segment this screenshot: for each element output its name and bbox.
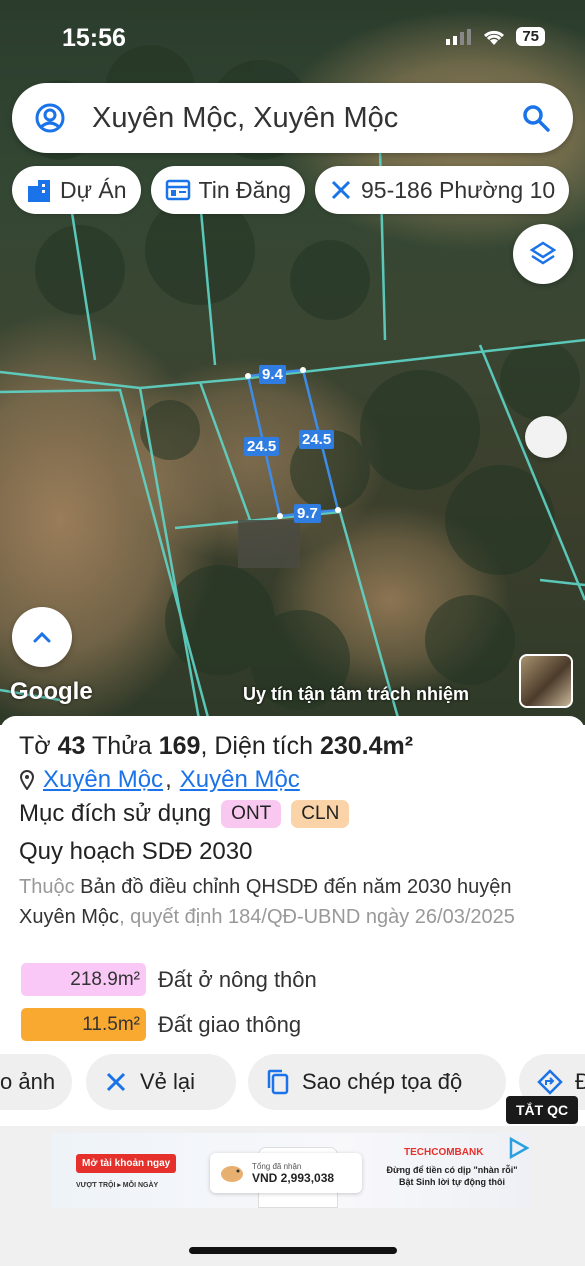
wifi-icon (484, 30, 505, 45)
status-icons: 75 (446, 27, 545, 46)
planning-prefix: Thuộc (19, 876, 75, 898)
directions-icon (537, 1069, 563, 1095)
land-use-area: 11.5m² (21, 1008, 146, 1041)
action-label: o ảnh (0, 1069, 56, 1094)
sheet-number: 43 (57, 732, 86, 760)
dimension-label-left: 24.5 (244, 437, 280, 456)
purpose-tag-ont[interactable]: ONT (221, 800, 282, 828)
land-purpose: Mục đích sử dụng ONT CLN (19, 800, 350, 828)
sheet-label: Tờ (19, 732, 51, 760)
close-ad-button[interactable]: TẮT QC (506, 1096, 579, 1124)
copy-icon (267, 1069, 289, 1095)
chip-tin-dang[interactable]: Tin Đăng (150, 166, 306, 214)
redraw-icon (106, 1072, 126, 1092)
ad-brand: TECHCOMBANK (404, 1147, 484, 1158)
search-icon[interactable] (521, 103, 551, 133)
ad-tagline: Đừng để tiền có dịp "nhàn rỗi" Bật Sinh … (386, 1165, 518, 1187)
location-pin-icon (19, 770, 35, 790)
ad-card-value: VND 2,993,038 (252, 1170, 335, 1185)
action-bar: o ảnh Vẻ lại Sao chép tọa độ Đ (0, 1054, 585, 1112)
ad-choices-icon[interactable] (507, 1137, 531, 1159)
listing-icon (165, 179, 190, 201)
parcel-title: Tờ 43 Thửa 169, Diện tích 230.4m² (19, 732, 414, 760)
slogan-text: Uy tín tận tâm trách nhiệm (243, 684, 470, 704)
ad-small-text: VƯỢT TRỘI ▸ MỖI NGÀY (76, 1182, 159, 1189)
district-link[interactable]: Xuyên Mộc (180, 766, 300, 794)
area-value: 230.4m² (319, 732, 414, 760)
home-indicator (189, 1247, 397, 1254)
land-use-row: 218.9m² Đất ở nông thôn (21, 963, 317, 996)
ruler-icon (331, 180, 351, 200)
planning-description: Thuộc Bản đồ điều chỉnh QHSDĐ đến năm 20… (19, 872, 559, 932)
land-use-label: Đất ở nông thôn (158, 966, 317, 992)
expand-button[interactable] (12, 607, 72, 667)
land-use-label: Đất giao thông (158, 1011, 302, 1037)
redraw-button[interactable]: Vẻ lại (86, 1054, 236, 1110)
signal-icon (446, 28, 472, 45)
copy-coordinates-button[interactable]: Sao chép tọa độ (248, 1054, 506, 1110)
purpose-tag-cln[interactable]: CLN (291, 800, 350, 828)
piggy-icon (221, 1166, 243, 1182)
planning-decision: , quyết định 184/QĐ-UBND ngày 26/03/2025 (119, 906, 515, 928)
layers-button[interactable] (513, 224, 573, 284)
search-bar[interactable]: Xuyên Mộc, Xuyên Mộc (12, 83, 573, 153)
filter-chips: Dự Án Tin Đăng 95-186 Phường 10 (12, 166, 570, 214)
search-input[interactable]: Xuyên Mộc, Xuyên Mộc (92, 102, 521, 135)
google-logo: Google (10, 678, 93, 705)
action-label: Đ (575, 1069, 585, 1094)
ad-card: Tổng đã nhận VND 2,993,038 (210, 1153, 362, 1193)
action-label: Vẻ lại (140, 1069, 196, 1094)
purpose-label: Mục đích sử dụng (19, 800, 212, 827)
chip-measurement[interactable]: 95-186 Phường 10 (315, 166, 570, 214)
street-thumbnail[interactable] (519, 654, 573, 708)
map-view[interactable]: 9.4 24.5 24.5 9.7 15:56 75 Xuyên Mộc, Xu… (0, 0, 585, 725)
layers-icon (529, 241, 557, 265)
slider-handle[interactable] (525, 416, 567, 458)
chip-label: Tin Đăng (198, 176, 292, 203)
commune-link[interactable]: Xuyên Mộc (43, 766, 163, 794)
dimension-label-bottom: 9.7 (294, 504, 321, 523)
chip-label: 95-186 Phường 10 (361, 176, 556, 203)
planning-title: Quy hoạch SDĐ 2030 (19, 838, 253, 865)
chip-label: Dự Án (60, 176, 127, 203)
chip-du-an[interactable]: Dự Án (12, 166, 141, 214)
ad-card-caption: Tổng đã nhận (252, 1161, 302, 1171)
dimension-label-right: 24.5 (299, 430, 335, 449)
plot-number: 169 (158, 732, 201, 760)
building-icon (28, 180, 50, 202)
chevron-up-icon (33, 631, 51, 643)
photo-button[interactable]: o ảnh (0, 1054, 72, 1110)
status-time: 15:56 (62, 24, 126, 52)
area-label: Diện tích (214, 732, 314, 760)
battery-icon: 75 (516, 27, 545, 46)
land-use-row: 11.5m² Đất giao thông (21, 1008, 301, 1041)
dimension-label-top: 9.4 (259, 365, 286, 384)
account-icon[interactable] (34, 102, 66, 134)
parcel-location: Xuyên Mộc, Xuyên Mộc (19, 766, 300, 794)
plot-label: Thửa (91, 732, 152, 760)
ad-cta[interactable]: Mở tài khoản ngay (76, 1154, 177, 1173)
ad-area: Mở tài khoản ngay VƯỢT TRỘI ▸ MỖI NGÀY T… (0, 1126, 585, 1266)
land-use-area: 218.9m² (21, 963, 146, 996)
ad-banner[interactable]: Mở tài khoản ngay VƯỢT TRỘI ▸ MỖI NGÀY T… (52, 1133, 532, 1208)
action-label: Sao chép tọa độ (302, 1069, 463, 1094)
